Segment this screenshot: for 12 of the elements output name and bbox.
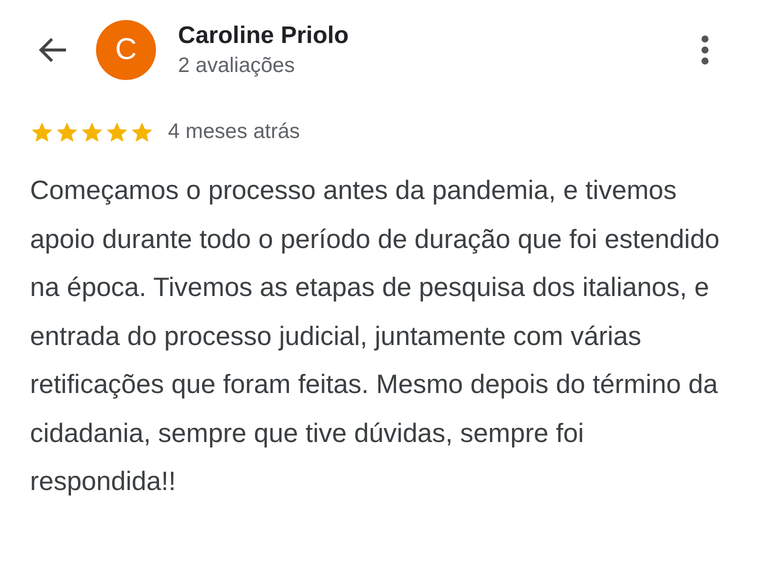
back-icon[interactable] [38, 37, 68, 63]
avatar: C [96, 20, 156, 80]
star-icon [30, 120, 54, 144]
star-icon [130, 120, 154, 144]
review-count: 2 avaliações [178, 54, 296, 78]
review-time: 4 meses atrás [168, 120, 300, 144]
more-icon[interactable] [701, 35, 709, 65]
star-icon [55, 120, 79, 144]
review-text: Começamos o processo antes da pandemia, e tivemos apoio durante todo o período de duração que foi estendido na época. Tivemos as etapas de pesquisa dos italianos, e entrada do processo judicial, juntamente com várias retificações que foram feitas. Mesmo depois do término da cidadania, sempre que tive dúvidas, sempre foi respondida!! [30, 174, 720, 498]
reviewer-name: Caroline Priolo [178, 22, 350, 50]
star-icon [105, 120, 129, 144]
star-icon [80, 120, 104, 144]
